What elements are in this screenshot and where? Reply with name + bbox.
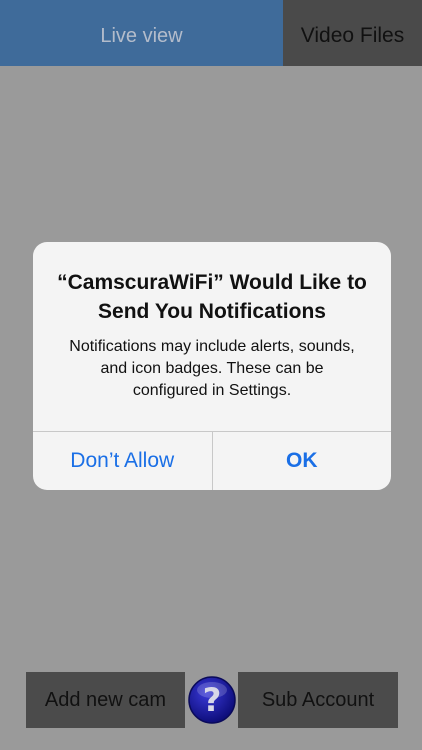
sub-account-button[interactable]: Sub Account <box>238 672 398 728</box>
svg-text:?: ? <box>203 681 222 719</box>
alert-title: “CamscuraWiFi” Would Like to Send You No… <box>57 271 367 323</box>
question-mark-icon: ? <box>188 676 236 724</box>
ok-button[interactable]: OK <box>211 432 392 490</box>
tab-live-view-label: Live view <box>100 24 183 47</box>
alert-actions: Don’t Allow OK <box>33 431 391 490</box>
sub-account-label: Sub Account <box>261 688 375 711</box>
help-button[interactable]: ? <box>187 675 237 725</box>
dont-allow-button[interactable]: Don’t Allow <box>33 432 212 490</box>
tab-live-view[interactable]: Live view <box>0 0 283 66</box>
tab-video-files-label: Video Files <box>300 24 405 47</box>
bottom-bar: Add new cam ? Sub Account <box>0 672 422 728</box>
tab-video-files[interactable]: Video Files <box>283 0 422 66</box>
alert-message: Notifications may include alerts, sounds… <box>69 338 355 399</box>
notification-permission-alert: “CamscuraWiFi” Would Like to Send You No… <box>33 242 391 490</box>
add-new-cam-label: Add new cam <box>44 688 167 711</box>
add-new-cam-button[interactable]: Add new cam <box>26 672 185 728</box>
top-tab-bar: Live view Video Files <box>0 0 422 66</box>
